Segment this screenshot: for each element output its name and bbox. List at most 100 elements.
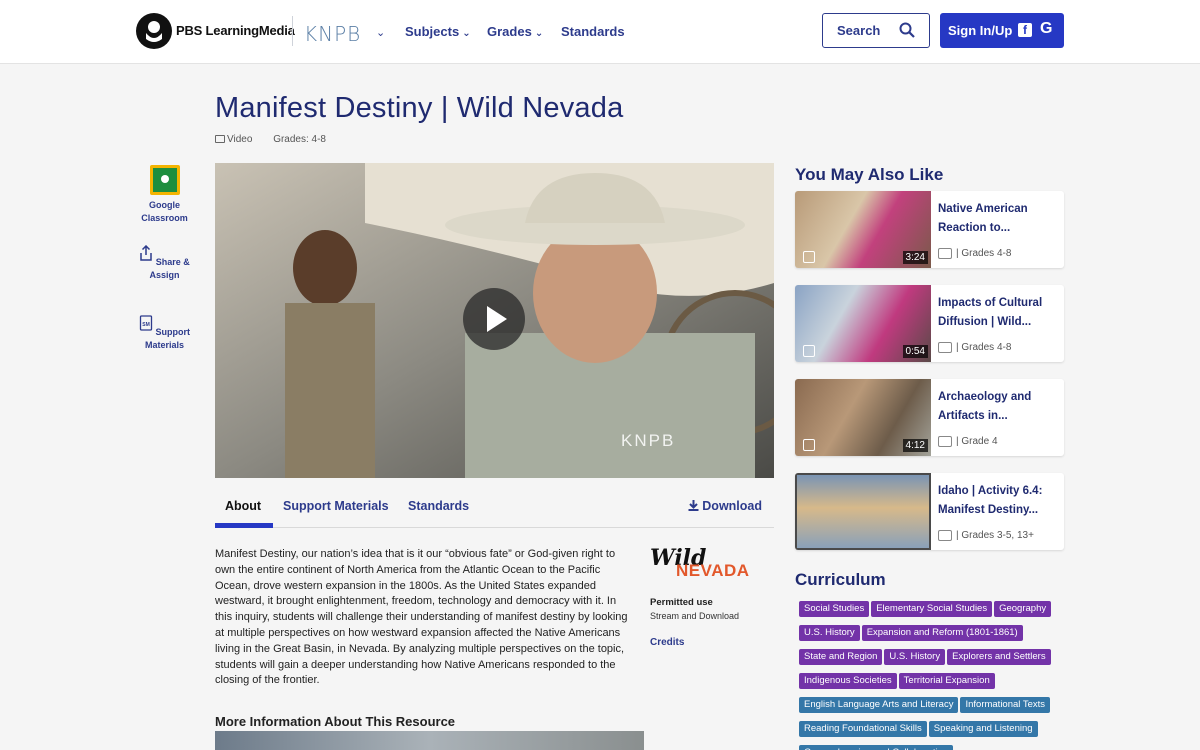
curriculum-tag[interactable]: Elementary Social Studies — [871, 601, 993, 617]
permitted-use-value: Stream and Download — [650, 611, 740, 621]
curriculum-tag[interactable]: State and Region — [799, 649, 883, 665]
related-card[interactable]: 3:24 Native American Reaction to... | Gr… — [795, 191, 1064, 268]
video-watermark: KNPB — [621, 431, 676, 450]
curriculum-tag[interactable]: Indigenous Societies — [799, 673, 897, 689]
tab-about[interactable]: About — [225, 499, 261, 513]
curriculum-tag[interactable]: Expansion and Reform (1801-1861) — [861, 625, 1023, 641]
related-meta: | Grades 4-8 — [938, 248, 1011, 259]
station-logo[interactable]: KNPB — [304, 22, 361, 46]
sign-in-label: Sign In/Up — [948, 23, 1013, 38]
pbs-logo-icon[interactable] — [136, 13, 172, 49]
related-title: Archaeology and Artifacts in... — [938, 391, 1032, 422]
curriculum-tag[interactable]: Territorial Expansion — [898, 673, 995, 689]
curriculum-tag[interactable]: Reading Foundational Skills — [799, 721, 927, 737]
related-thumbnail: 0:54 — [795, 285, 931, 362]
share-assign-label: Share & Assign — [149, 257, 190, 280]
video-icon — [938, 342, 952, 353]
related-thumbnail: 4:12 — [795, 379, 931, 456]
search-label: Search — [837, 23, 881, 38]
curriculum-tag[interactable]: Social Studies — [799, 601, 870, 617]
facebook-icon: f — [1018, 23, 1032, 37]
resource-grades: Grades: 4-8 — [273, 134, 326, 145]
google-classroom-button[interactable]: Google Classroom — [137, 165, 192, 225]
share-assign-button[interactable]: Share & Assign — [137, 244, 192, 282]
support-materials-icon — [803, 439, 815, 451]
related-meta: | Grades 4-8 — [938, 342, 1011, 353]
related-title: Idaho | Activity 6.4: Manifest Destiny..… — [938, 485, 1043, 516]
nav-standards[interactable]: Standards — [561, 24, 625, 39]
nav-grades-label: Grades — [487, 24, 532, 39]
related-meta: | Grades 3-5, 13+ — [938, 530, 1034, 541]
support-materials-icon — [803, 345, 815, 357]
active-tab-indicator — [215, 523, 273, 528]
google-classroom-icon — [149, 165, 180, 195]
support-materials-button[interactable]: SM Support Materials — [137, 315, 192, 352]
video-player[interactable]: KNPB — [215, 163, 774, 478]
curriculum-tag[interactable]: Comprehension and Collaboration — [799, 745, 954, 750]
support-materials-icon — [803, 251, 815, 263]
video-duration: 4:12 — [902, 439, 928, 452]
related-thumbnail: 3:24 — [795, 191, 931, 268]
curriculum-tag[interactable]: Geography — [994, 601, 1052, 617]
svg-text:SM: SM — [142, 322, 150, 328]
download-label: Download — [702, 499, 762, 513]
resource-tabs: About Support Materials Standards Downlo… — [215, 490, 774, 528]
curriculum-heading: Curriculum — [795, 570, 886, 589]
nav-standards-label: Standards — [561, 24, 625, 39]
nav-subjects-label: Subjects — [405, 24, 460, 39]
logo-divider — [292, 16, 293, 46]
curriculum-tag[interactable]: U.S. History — [799, 625, 860, 641]
related-card[interactable]: 0:54 Impacts of Cultural Diffusion | Wil… — [795, 285, 1064, 362]
wild-nevada-logo: Wild NEVADA — [650, 545, 760, 585]
curriculum-tag[interactable]: Speaking and Listening — [928, 721, 1038, 737]
wild-nevada-logo-bottom: NEVADA — [676, 561, 750, 580]
search-button[interactable]: Search — [822, 13, 930, 48]
related-grades: | Grades 4-8 — [956, 248, 1012, 260]
related-thumbnail — [795, 473, 931, 550]
resource-meta: Video Grades: 4-8 — [215, 134, 326, 145]
chevron-down-icon[interactable]: ⌄ — [376, 26, 385, 39]
sign-in-button[interactable]: Sign In/Up f G — [940, 13, 1064, 48]
related-heading: You May Also Like — [795, 165, 944, 184]
related-card[interactable]: 4:12 Archaeology and Artifacts in... | G… — [795, 379, 1064, 456]
search-icon — [899, 22, 915, 38]
site-header: PBS LearningMedia KNPB ⌄ Subjects ⌄ Grade… — [0, 0, 1200, 64]
permitted-use-label: Permitted use — [650, 597, 713, 608]
google-icon: G — [1040, 20, 1053, 37]
more-info-image — [215, 731, 644, 750]
curriculum-tag[interactable]: English Language Arts and Literacy — [799, 697, 959, 713]
related-grades: | Grades 4-8 — [956, 342, 1012, 354]
download-icon — [688, 500, 699, 511]
more-info-heading: More Information About This Resource — [215, 714, 456, 729]
resource-description: Manifest Destiny, our nation’s idea that… — [215, 548, 628, 687]
nav-subjects[interactable]: Subjects ⌄ — [405, 24, 471, 39]
related-card[interactable]: Idaho | Activity 6.4: Manifest Destiny..… — [795, 473, 1064, 550]
curriculum-tag[interactable]: U.S. History — [884, 649, 946, 665]
document-icon: SM — [139, 315, 153, 331]
brand-name[interactable]: PBS LearningMedia — [176, 23, 295, 38]
nav-grades[interactable]: Grades ⌄ — [487, 24, 543, 39]
video-icon — [938, 248, 952, 259]
play-button[interactable] — [463, 288, 525, 350]
download-button[interactable]: Download — [688, 499, 762, 513]
google-classroom-label: Google Classroom — [141, 200, 188, 223]
resource-type: Video — [227, 134, 253, 145]
related-meta: | Grade 4 — [938, 436, 998, 447]
video-icon — [215, 135, 225, 144]
curriculum-tags: Social Studies Elementary Social Studies G… — [799, 598, 1069, 750]
video-duration: 0:54 — [902, 345, 928, 358]
curriculum-tag[interactable]: Informational Texts — [960, 697, 1051, 713]
related-grades: | Grade 4 — [956, 436, 998, 448]
related-grades: | Grades 3-5, 13+ — [956, 530, 1034, 542]
tab-standards[interactable]: Standards — [408, 499, 469, 513]
tab-support-materials[interactable]: Support Materials — [283, 499, 389, 513]
curriculum-tag[interactable]: Explorers and Settlers — [947, 649, 1051, 665]
chevron-down-icon: ⌄ — [462, 28, 471, 39]
video-icon — [938, 436, 952, 447]
credits-link[interactable]: Credits — [650, 637, 684, 648]
share-icon — [140, 244, 152, 261]
document-icon — [938, 530, 952, 541]
chevron-down-icon: ⌄ — [534, 28, 544, 39]
related-title: Impacts of Cultural Diffusion | Wild... — [938, 297, 1043, 328]
video-duration: 3:24 — [902, 251, 928, 264]
